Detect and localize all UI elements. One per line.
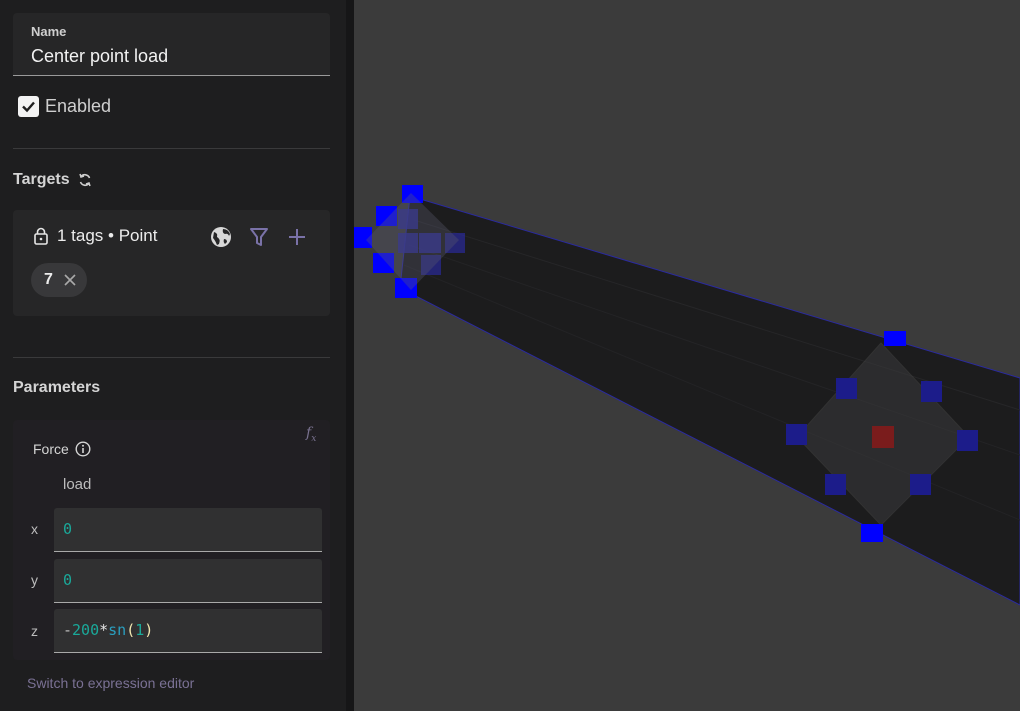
- fx-icon[interactable]: fx: [306, 425, 316, 444]
- axis-label-x: x: [31, 521, 38, 537]
- targets-header: Targets: [13, 171, 94, 189]
- tag-chip-label: 7: [44, 271, 53, 288]
- node-marker: [957, 430, 978, 451]
- 3d-viewport[interactable]: [354, 0, 1020, 711]
- force-parameter-card: fx Force load x 0 y 0 z -200*sn(1): [13, 420, 330, 660]
- globe-icon[interactable]: [209, 225, 233, 249]
- node-marker: [884, 331, 906, 346]
- expression-token: ): [144, 621, 154, 639]
- enabled-label: Enabled: [45, 96, 112, 116]
- name-field-value[interactable]: Center point load: [31, 46, 168, 67]
- remove-tag-icon[interactable]: [63, 273, 77, 287]
- node-marker: [921, 381, 942, 402]
- axis-label-z: z: [31, 623, 38, 639]
- targets-summary: 1 tags • Point: [57, 226, 158, 245]
- divider: [13, 148, 330, 149]
- switch-to-expression-editor-link[interactable]: Switch to expression editor: [27, 675, 194, 691]
- targets-card: 1 tags • Point 7: [13, 210, 330, 316]
- parameters-title: Parameters: [13, 379, 101, 396]
- expression-token: (: [126, 621, 136, 639]
- name-field-label: Name: [31, 24, 67, 39]
- force-z-input[interactable]: -200*sn(1): [54, 609, 322, 653]
- node-marker: [910, 474, 931, 495]
- force-sub-label: load: [63, 476, 92, 493]
- lock-icon: [34, 227, 48, 245]
- node-marker: [786, 424, 807, 445]
- expression-token: sn: [108, 621, 127, 639]
- expression-token: -: [63, 621, 73, 639]
- targets-title: Targets: [13, 171, 70, 188]
- filter-icon[interactable]: [247, 225, 271, 249]
- divider: [13, 357, 330, 358]
- force-label: Force: [33, 441, 69, 457]
- name-field[interactable]: Name Center point load: [13, 13, 330, 76]
- force-x-value: 0: [63, 520, 73, 538]
- tag-chip[interactable]: 7: [31, 263, 87, 297]
- enabled-checkbox[interactable]: [18, 96, 39, 117]
- add-target-button[interactable]: [285, 225, 309, 249]
- force-z-value: -200*sn(1): [63, 621, 153, 639]
- expression-token: 200: [72, 621, 100, 639]
- scene: [354, 185, 1020, 606]
- info-icon[interactable]: [75, 441, 91, 457]
- check-icon: [22, 101, 35, 113]
- properties-panel: Name Center point load Enabled Targets 1…: [0, 0, 346, 711]
- node-marker: [861, 524, 883, 542]
- force-label-row: Force: [33, 441, 91, 457]
- expression-token: 1: [135, 621, 145, 639]
- force-y-value: 0: [63, 571, 73, 589]
- load-point-marker: [872, 426, 894, 448]
- panel-resize-handle[interactable]: [346, 0, 354, 711]
- node-marker: [825, 474, 846, 495]
- refresh-icon[interactable]: [76, 171, 94, 189]
- force-x-input[interactable]: 0: [54, 508, 322, 552]
- enabled-checkbox-row[interactable]: Enabled: [18, 96, 111, 117]
- node-marker: [836, 378, 857, 399]
- axis-label-y: y: [31, 572, 38, 588]
- plus-icon: [289, 229, 305, 245]
- expression-token: *: [99, 621, 109, 639]
- force-y-input[interactable]: 0: [54, 559, 322, 603]
- parameters-header: Parameters: [13, 379, 100, 397]
- targets-summary-row: 1 tags • Point: [33, 226, 157, 246]
